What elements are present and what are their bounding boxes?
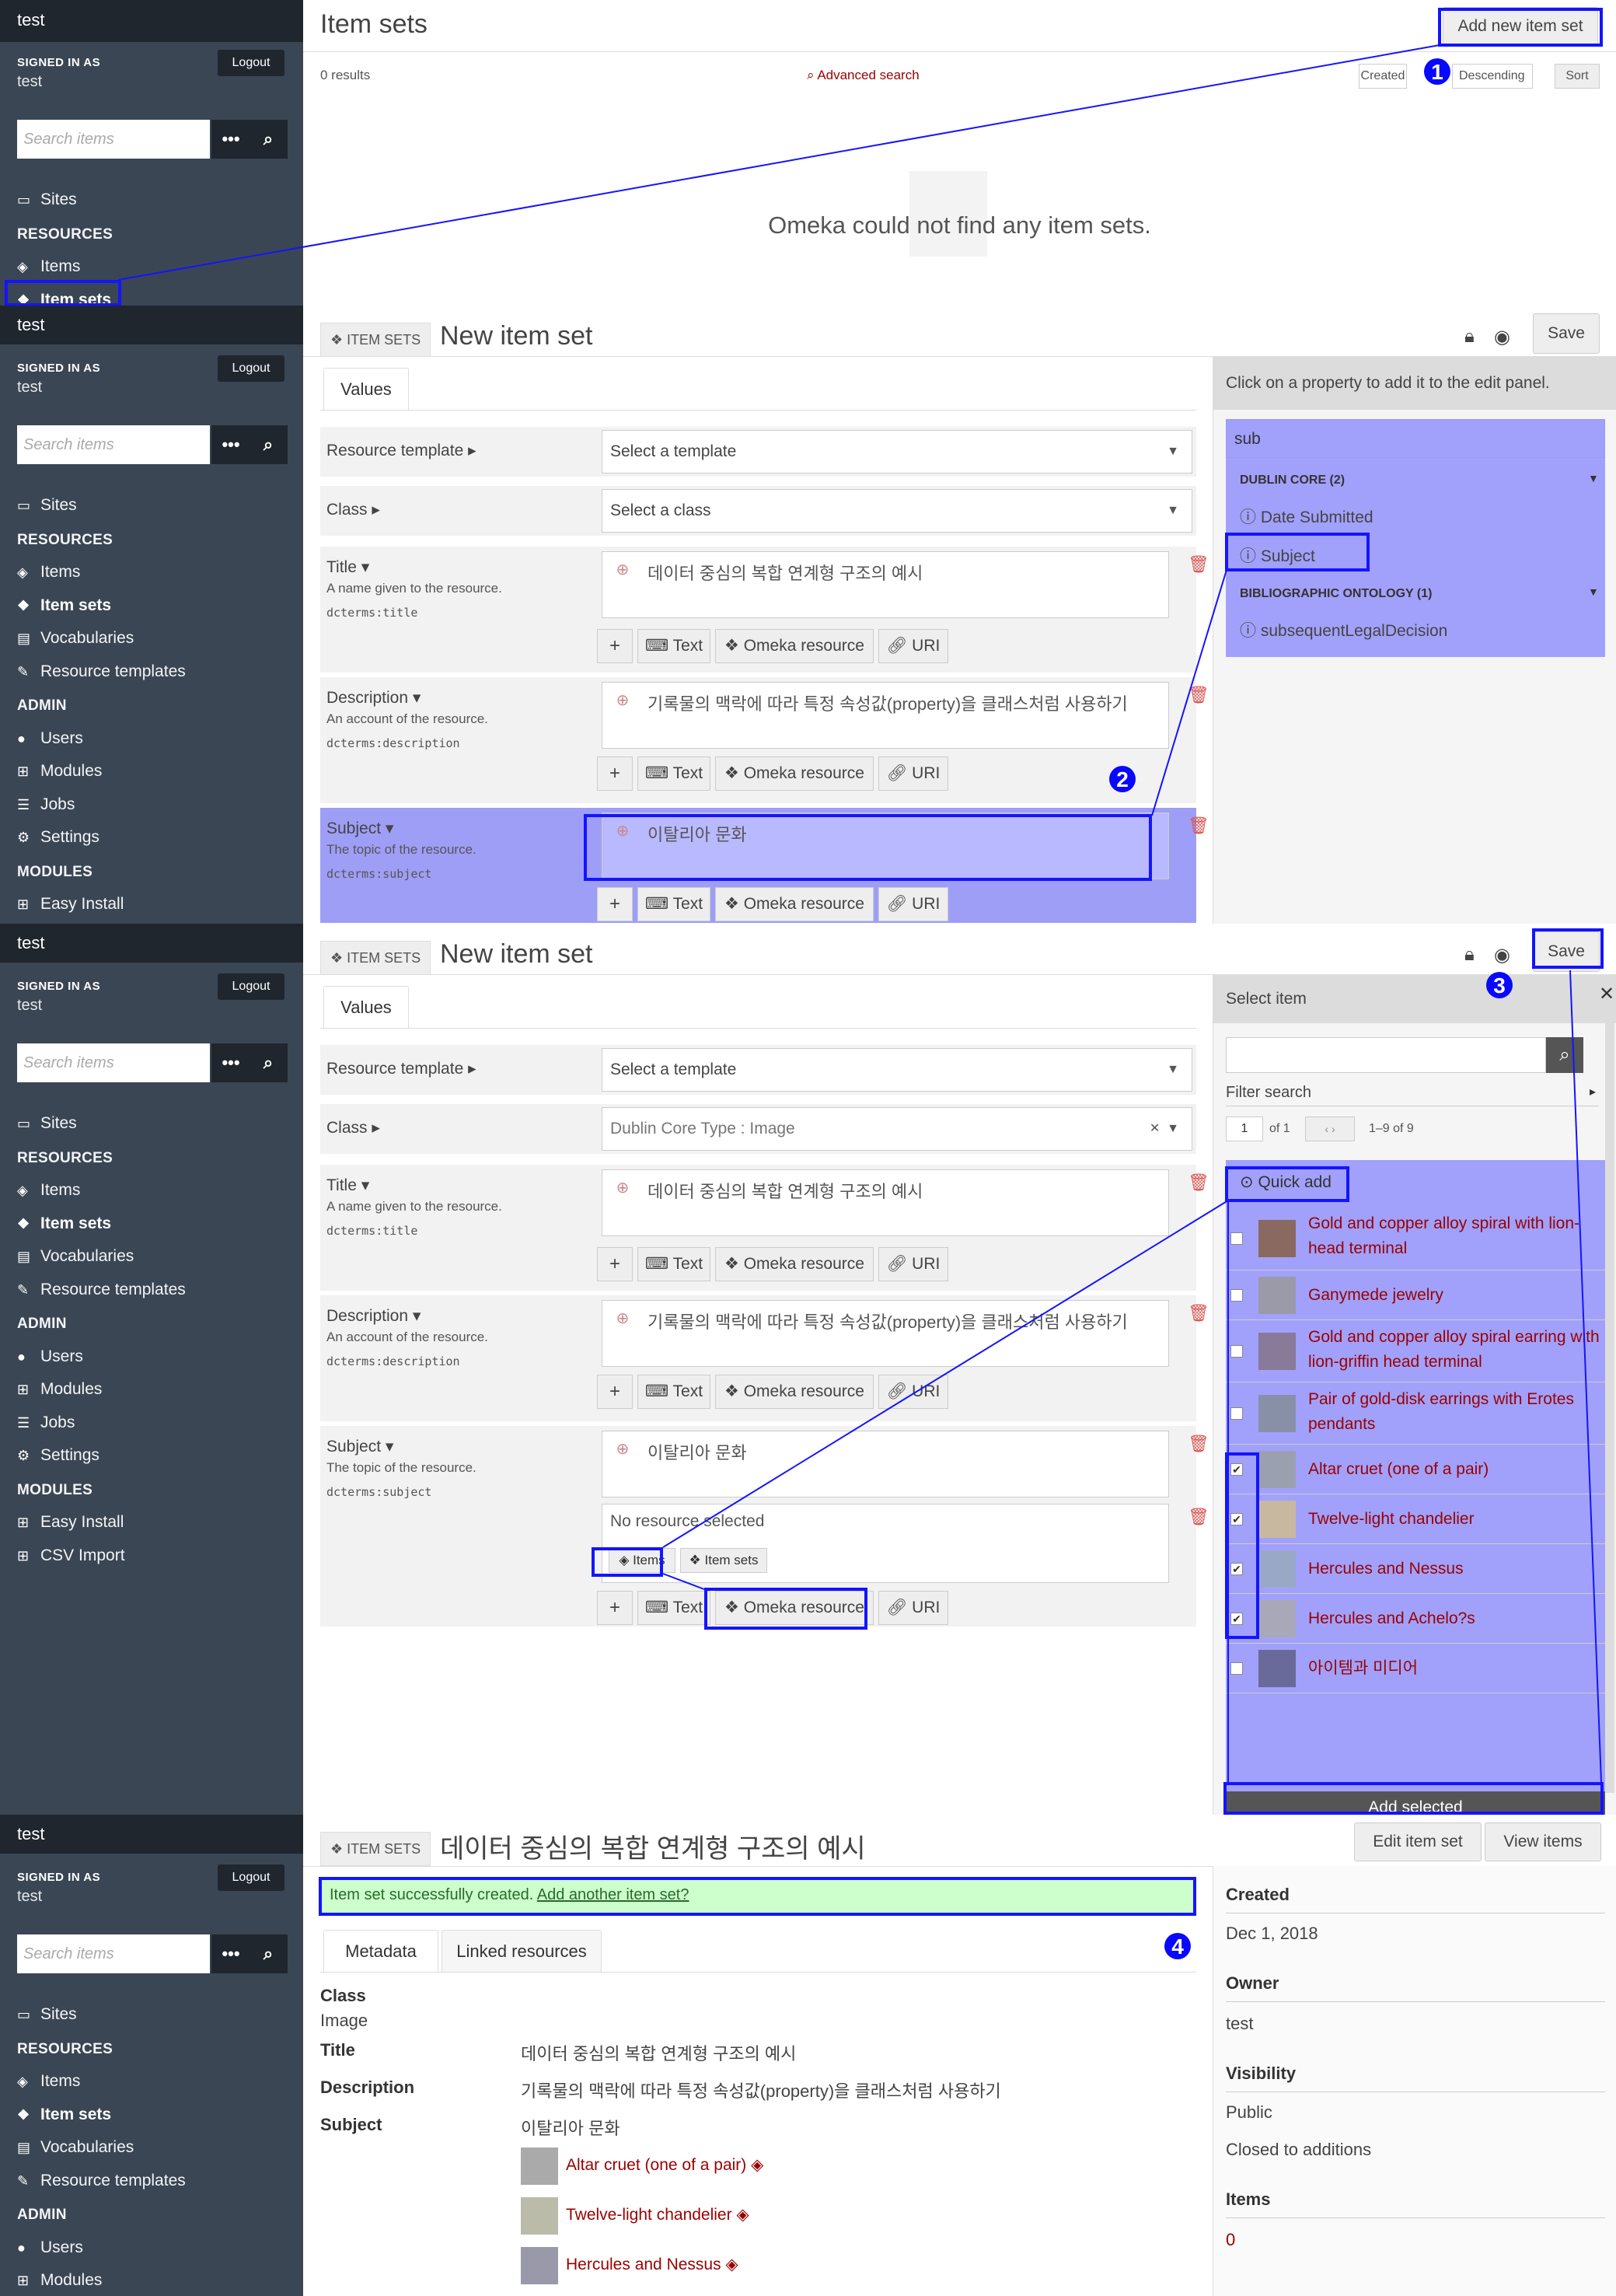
boxes-icon: ❖ bbox=[330, 1841, 347, 1857]
user-name[interactable]: test bbox=[17, 1888, 42, 1906]
visibility-label: Visibility bbox=[1226, 2064, 1297, 2083]
box-icon: ◈ bbox=[725, 2256, 738, 2273]
visibility-value: Public bbox=[1226, 2102, 1272, 2122]
more-options-icon[interactable]: ••• bbox=[211, 1934, 250, 1973]
item-thumbnail bbox=[521, 2147, 558, 2185]
closed-status: Closed to additions bbox=[1226, 2140, 1372, 2159]
sidebar-item-sites[interactable]: ▭ Sites bbox=[17, 1998, 289, 2032]
page-title: 데이터 중심의 복합 연계형 구조의 예시 bbox=[440, 1834, 866, 1864]
step4-panel: test SIGNED IN AS test Logout Search ite… bbox=[0, 1815, 1616, 2296]
laptop-icon: ▭ bbox=[17, 2007, 31, 2022]
annotation-badge-4: 4 bbox=[1164, 1933, 1191, 1959]
items-label: Items bbox=[1226, 2189, 1271, 2209]
items-count-link[interactable]: 0 bbox=[1226, 2230, 1235, 2250]
boxes-icon: ❖ bbox=[17, 2106, 30, 2123]
plus-square-icon: ⊞ bbox=[17, 2273, 30, 2288]
description-value: 기록물의 맥락에 따라 특정 속성값(property)을 클래스처럼 사용하기 bbox=[521, 2081, 1001, 2101]
created-value: Dec 1, 2018 bbox=[1226, 1924, 1318, 1943]
step1-panel: test SIGNED IN AS test Logout Search ite… bbox=[0, 0, 1616, 306]
signed-in-label: SIGNED IN AS bbox=[17, 1871, 101, 1884]
pencil-icon: ✎ bbox=[17, 2172, 30, 2189]
connector-line bbox=[1151, 569, 1227, 816]
title-value: 데이터 중심의 복합 연계형 구조의 예시 bbox=[521, 2044, 797, 2064]
subject-value: 이탈리아 문화 bbox=[521, 2119, 620, 2138]
step2-panel: test SIGNED IN AS test Logout Search ite… bbox=[0, 306, 1616, 924]
book-icon: ▤ bbox=[17, 2140, 31, 2155]
info-sidebar: Created Dec 1, 2018 Owner test Visibilit… bbox=[1213, 1866, 1616, 2296]
connector-line bbox=[117, 44, 1440, 281]
sidebar-item-items[interactable]: ◈ Items bbox=[17, 2065, 289, 2099]
sidebar-item-item-sets[interactable]: ❖ Item sets bbox=[17, 2099, 289, 2132]
search-input[interactable]: Search items bbox=[17, 1934, 210, 1973]
subject-label: Subject bbox=[320, 2115, 382, 2134]
tab-underline bbox=[320, 1972, 1196, 1973]
tab-metadata[interactable]: Metadata bbox=[323, 1930, 438, 1972]
edit-item-set-button[interactable]: Edit item set bbox=[1354, 1822, 1482, 1861]
linked-item-link[interactable]: Hercules and Nessus ◈ bbox=[566, 2255, 738, 2274]
highlight-success bbox=[319, 1877, 1196, 1916]
search-icon[interactable]: ⌕ bbox=[249, 1934, 288, 1973]
step3-panel: test SIGNED IN AS test Logout Search ite… bbox=[0, 924, 1616, 1815]
box-icon: ◈ bbox=[751, 2156, 764, 2174]
divider bbox=[1226, 2001, 1605, 2002]
class-value: Image bbox=[320, 2011, 368, 2030]
brand[interactable]: test bbox=[0, 1815, 303, 1854]
class-label: Class bbox=[320, 1986, 366, 2005]
sidebar-item-modules[interactable]: ⊞ Modules bbox=[17, 2264, 289, 2296]
created-label: Created bbox=[1226, 1885, 1290, 1904]
linked-item-link[interactable]: Twelve-light chandelier ◈ bbox=[566, 2205, 749, 2224]
sidebar-item-users[interactable]: ● Users bbox=[17, 2231, 289, 2265]
connector-lines bbox=[662, 970, 1602, 1783]
sidebar: test SIGNED IN AS test Logout Search ite… bbox=[0, 1815, 303, 2296]
sidebar-nav: ▭ Sites RESOURCES ◈ Items ❖ Item sets ▤ Voca… bbox=[17, 1998, 289, 2296]
logout-button[interactable]: Logout bbox=[218, 1864, 284, 1891]
title-label: Title bbox=[320, 2040, 355, 2060]
item-thumbnail bbox=[521, 2247, 558, 2284]
sidebar-item-resource-templates[interactable]: ✎ Resource templates bbox=[17, 2165, 289, 2198]
view-items-button[interactable]: View items bbox=[1485, 1822, 1601, 1861]
linked-item-link[interactable]: Altar cruet (one of a pair) ◈ bbox=[566, 2155, 763, 2175]
tab-linked-resources[interactable]: Linked resources bbox=[442, 1930, 602, 1972]
user-icon: ● bbox=[17, 2239, 26, 2256]
box-icon: ◈ bbox=[17, 2074, 28, 2089]
item-thumbnail bbox=[521, 2197, 558, 2235]
box-icon: ◈ bbox=[736, 2206, 749, 2224]
owner-value: test bbox=[1226, 2014, 1254, 2033]
owner-label: Owner bbox=[1226, 1973, 1279, 1993]
resources-heading: RESOURCES bbox=[17, 2040, 113, 2057]
breadcrumb[interactable]: ❖ ITEM SETS bbox=[320, 1832, 431, 1866]
description-label: Description bbox=[320, 2078, 415, 2097]
admin-heading: ADMIN bbox=[17, 2207, 67, 2223]
divider bbox=[1226, 2217, 1605, 2218]
sidebar-item-vocabularies[interactable]: ▤ Vocabularies bbox=[17, 2131, 289, 2165]
